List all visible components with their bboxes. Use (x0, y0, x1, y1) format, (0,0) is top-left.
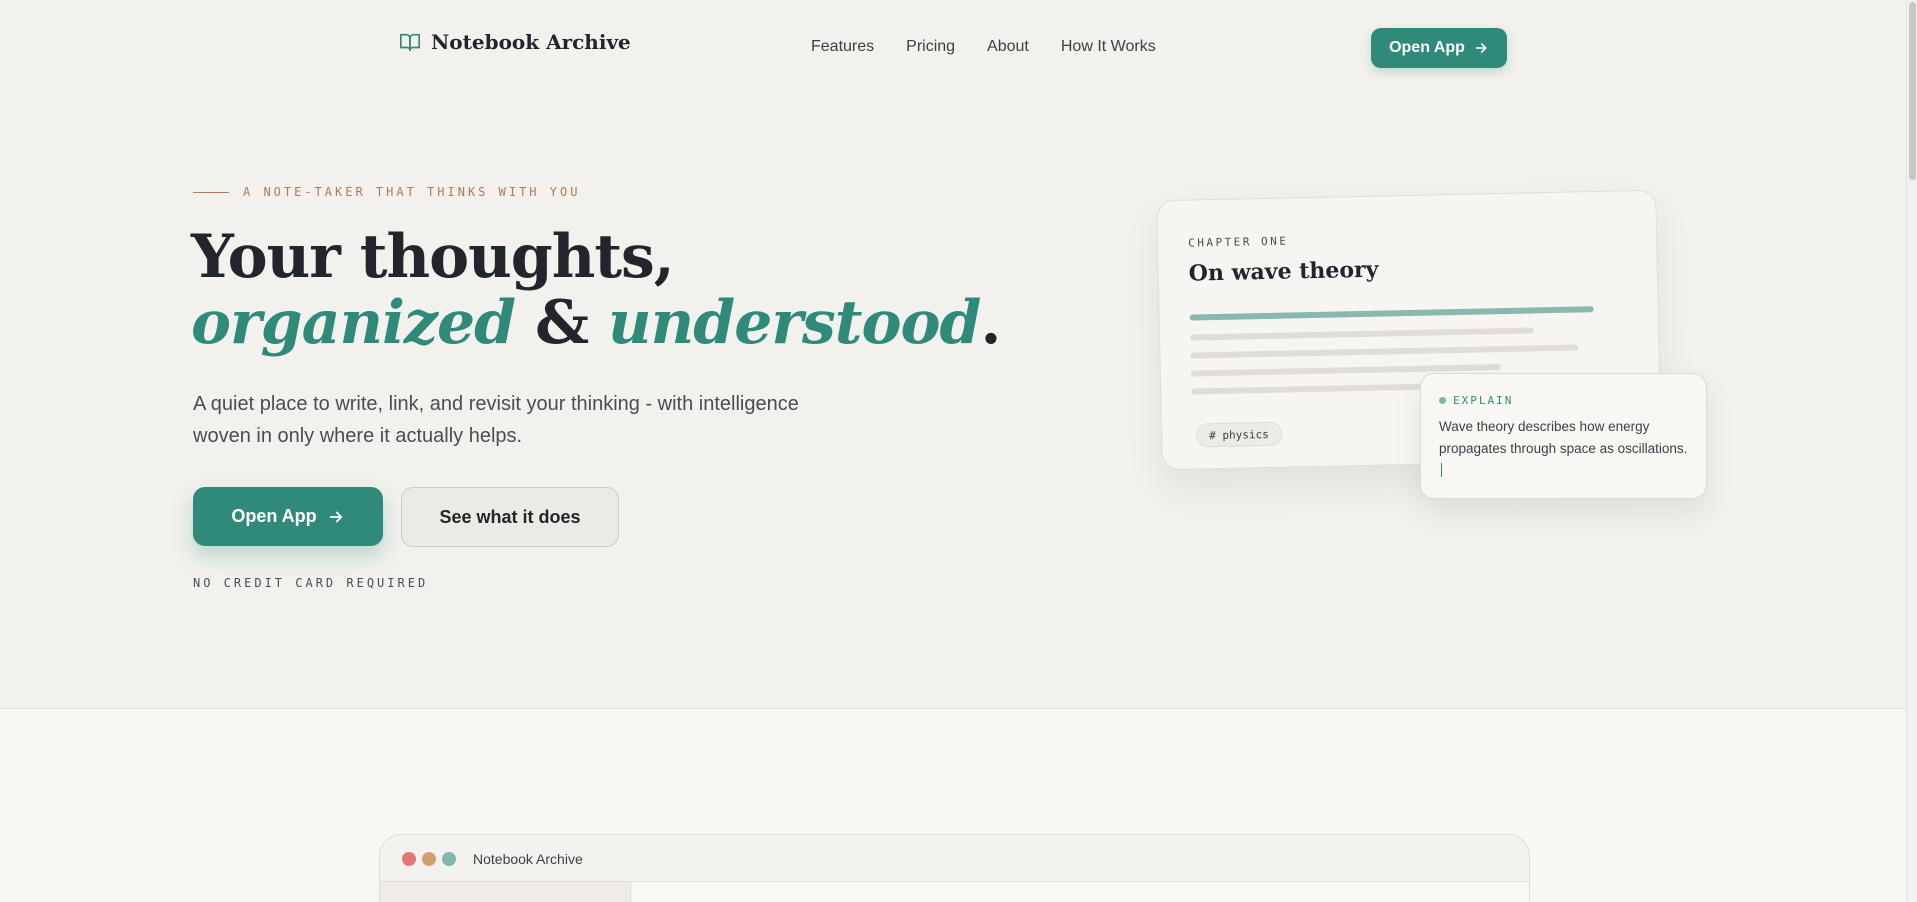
page-scrollbar[interactable] (1906, 0, 1917, 902)
window-main-area (632, 882, 1529, 902)
main-nav: Features Pricing About How It Works (811, 38, 1156, 56)
card-text-line (1191, 383, 1440, 395)
card-eyebrow: CHAPTER ONE (1187, 234, 1289, 250)
window-title: Notebook Archive (473, 851, 583, 867)
text-cursor-icon (1441, 463, 1442, 477)
card-tag: # physics (1195, 421, 1283, 448)
open-book-icon (400, 33, 420, 52)
no-credit-card-note: NO CREDIT CARD REQUIRED (193, 576, 429, 590)
hero-description: A quiet place to write, link, and revisi… (193, 393, 799, 447)
hero-title-period: . (980, 288, 1002, 358)
hero-title-accent-organized: organized (191, 288, 516, 358)
see-what-it-does-label: See what it does (439, 506, 581, 527)
hero-eyebrow: A NOTE-TAKER THAT THINKS WITH YOU (193, 185, 580, 199)
explain-label-text: EXPLAIN (1453, 394, 1514, 407)
window-minimize-dot-icon (422, 852, 436, 866)
eyebrow-rule (193, 191, 229, 193)
header-open-app-label: Open App (1389, 39, 1465, 56)
hero-title-line1: Your thoughts, (191, 222, 675, 292)
see-what-it-does-button[interactable]: See what it does (401, 487, 619, 547)
hero-title-ampersand: & (534, 288, 589, 358)
eyebrow-text: A NOTE-TAKER THAT THINKS WITH YOU (243, 185, 581, 199)
explain-text-wrap: Wave theory describes how energy propaga… (1439, 416, 1689, 482)
brand-logo[interactable]: Notebook Archive (399, 30, 631, 54)
explain-popup: EXPLAIN Wave theory describes how energy… (1420, 373, 1707, 499)
scrollbar-thumb[interactable] (1909, 2, 1916, 180)
hero-open-app-button[interactable]: Open App (193, 487, 383, 546)
header-open-app-button[interactable]: Open App (1371, 28, 1507, 68)
nav-link-how-it-works[interactable]: How It Works (1061, 38, 1156, 56)
brand-name: Notebook Archive (431, 30, 631, 54)
card-title: On wave theory (1188, 256, 1379, 287)
hero-title-line2: organized & understood. (191, 288, 1002, 358)
nav-link-pricing[interactable]: Pricing (906, 38, 955, 56)
status-dot-icon (1439, 397, 1446, 404)
explain-text: Wave theory describes how energy propaga… (1439, 419, 1688, 456)
nav-link-about[interactable]: About (987, 38, 1029, 56)
card-highlight-line (1189, 306, 1594, 321)
arrow-right-icon (329, 511, 342, 522)
arrow-right-icon (1475, 43, 1487, 53)
hero-open-app-label: Open App (231, 506, 317, 526)
window-close-dot-icon (402, 852, 416, 866)
app-preview-window: Notebook Archive (379, 834, 1530, 902)
card-text-line (1190, 344, 1579, 359)
card-text-line (1190, 327, 1535, 341)
window-maximize-dot-icon (442, 852, 456, 866)
window-sidebar (380, 882, 631, 902)
explain-label: EXPLAIN (1439, 394, 1513, 407)
nav-link-features[interactable]: Features (811, 38, 874, 56)
hero-title: Your thoughts, organized & understood. (191, 222, 1002, 358)
hero-title-accent-understood: understood (608, 288, 981, 358)
